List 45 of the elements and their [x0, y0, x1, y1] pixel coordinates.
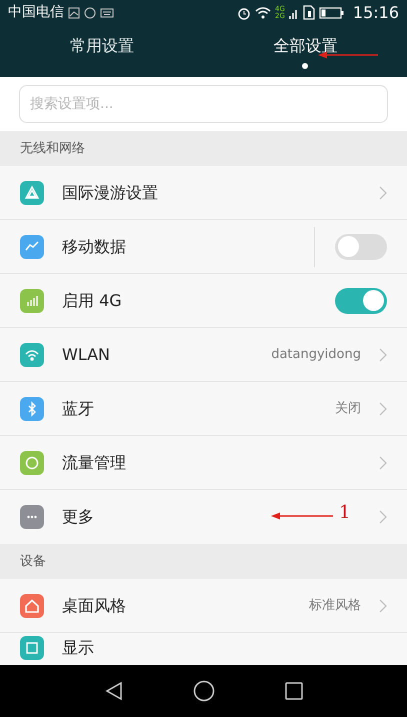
home-icon	[20, 594, 44, 618]
carrier-name: 中国电信	[8, 3, 64, 22]
display-icon	[20, 636, 44, 660]
row-label: 显示	[62, 637, 94, 659]
clock-time: 15:16	[352, 2, 399, 24]
row-label: 桌面风格	[62, 594, 126, 616]
chevron-right-icon	[379, 510, 387, 524]
row-value: datangyidong	[271, 346, 361, 364]
toggle-switch[interactable]	[335, 234, 387, 260]
chevron-right-icon	[379, 402, 387, 416]
wifi-icon	[255, 6, 271, 19]
image-icon	[68, 6, 80, 18]
back-icon[interactable]	[104, 681, 122, 701]
section-header: 设备	[0, 544, 407, 579]
tab[interactable]: 常用设置	[0, 25, 204, 77]
chevron-right-icon	[379, 348, 387, 362]
annotation-label: 1	[339, 501, 350, 525]
square-icon[interactable]	[284, 682, 302, 700]
search-field[interactable]: 搜索设置项...	[19, 85, 388, 123]
row-label: 蓝牙	[62, 398, 94, 420]
wifi-icon	[20, 342, 44, 366]
row-label: 更多	[62, 506, 94, 528]
row-value: 关闭	[335, 400, 361, 418]
more-dots-icon	[20, 505, 44, 529]
chevron-right-icon	[379, 598, 387, 612]
bluetooth-icon	[20, 396, 44, 420]
annotation-arrow	[271, 512, 333, 520]
row-label: 国际漫游设置	[62, 182, 158, 204]
signal-bars-icon	[20, 288, 44, 312]
chevron-right-icon	[379, 456, 387, 470]
row-label: 启用 4G	[62, 290, 122, 312]
chevron-right-icon	[379, 186, 387, 200]
row-value: 标准风格	[309, 596, 361, 615]
section-header: 无线和网络	[0, 131, 407, 166]
toggle-switch[interactable]	[335, 288, 387, 314]
row-label: WLAN	[62, 344, 110, 366]
battery-icon	[318, 6, 345, 18]
row-label: 流量管理	[62, 452, 126, 474]
home-icon[interactable]	[192, 680, 214, 702]
keyboard-icon	[100, 8, 114, 18]
annotation-arrow	[318, 51, 378, 59]
row-label: 移动数据	[62, 236, 126, 258]
circle-icon	[84, 6, 96, 18]
alarm-icon	[237, 6, 251, 20]
sim-card-icon	[302, 5, 315, 20]
